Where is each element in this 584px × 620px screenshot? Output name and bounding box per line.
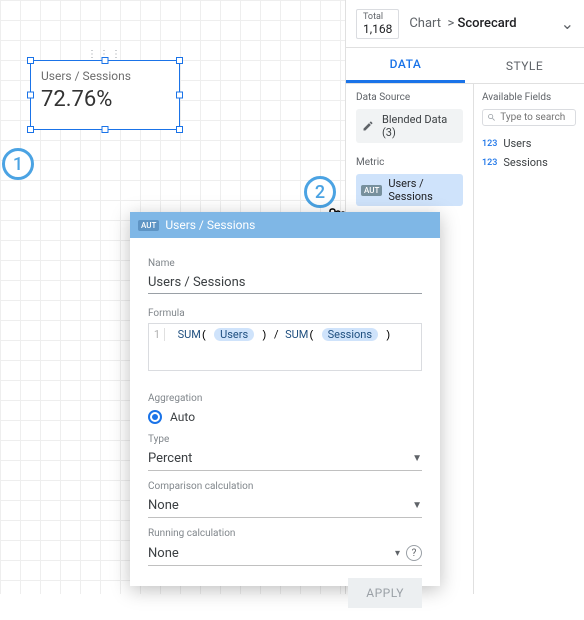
aut-badge: AUT [138, 220, 159, 231]
radio-selected-icon [148, 410, 162, 424]
type-dropdown[interactable]: Percent ▼ [148, 447, 422, 471]
label-aggregation: Aggregation [148, 393, 422, 404]
pencil-icon [362, 120, 374, 132]
formula-fn: SUM [285, 328, 308, 341]
resize-handle[interactable] [27, 126, 34, 133]
aut-badge: AUT [361, 185, 382, 196]
editor-header[interactable]: AUT Users / Sessions [130, 212, 440, 238]
breadcrumb[interactable]: Chart > Scorecard [409, 16, 550, 31]
apply-button[interactable]: APPLY [348, 578, 422, 608]
field-label: Sessions [503, 156, 547, 169]
resize-handle[interactable] [176, 126, 183, 133]
editor-header-title: Users / Sessions [165, 218, 255, 232]
numeric-badge-icon: 123 [482, 139, 497, 149]
formula-op: / [274, 328, 279, 341]
formula-fn: SUM [178, 328, 201, 341]
tab-style[interactable]: STYLE [465, 48, 584, 83]
numeric-badge-icon: 123 [482, 158, 497, 168]
field-search[interactable] [482, 109, 576, 126]
data-source-selector[interactable]: Blended Data (3) [356, 109, 463, 143]
calculated-field-editor: AUT Users / Sessions Name Formula 1 SUM(… [130, 212, 440, 586]
running-value: None [148, 546, 179, 561]
type-value: Percent [148, 451, 192, 466]
label-formula: Formula [148, 308, 422, 319]
scorecard-chart[interactable]: ⋮⋮⋮ Users / Sessions 72.76% [30, 60, 180, 130]
resize-handle[interactable] [102, 57, 109, 64]
available-fields-column: Available Fields 123 Users 123 Sessions [474, 84, 584, 594]
section-label-datasource: Data Source [356, 92, 463, 103]
label-running: Running calculation [148, 528, 422, 539]
label-type: Type [148, 434, 422, 445]
total-records: Total 1,168 [356, 9, 399, 39]
callout-2: 2 [304, 176, 336, 208]
field-label: Users [503, 137, 531, 150]
scorecard-title: Users / Sessions [41, 69, 169, 83]
formula-arg: Users [214, 328, 254, 341]
total-label: Total [363, 12, 392, 22]
breadcrumb-leaf: Scorecard [458, 16, 517, 31]
data-source-name: Blended Data (3) [382, 113, 457, 139]
resize-handle[interactable] [102, 126, 109, 133]
label-name: Name [148, 258, 422, 269]
available-field[interactable]: 123 Users [482, 134, 576, 153]
name-input[interactable] [148, 272, 422, 294]
caret-down-icon: ▼ [412, 500, 422, 511]
scorecard-value: 72.76% [41, 87, 169, 112]
caret-down-icon: ▾ [395, 548, 400, 559]
formula-arg: Sessions [322, 328, 378, 341]
panel-header: Total 1,168 Chart > Scorecard ⌄ [346, 0, 584, 48]
formula-editor[interactable]: 1 SUM( Users ) / SUM( Sessions ) [148, 323, 422, 371]
tab-data[interactable]: DATA [346, 48, 465, 83]
callout-1: 1 [2, 148, 34, 180]
resize-handle[interactable] [27, 57, 34, 64]
help-icon[interactable]: ? [406, 545, 422, 561]
caret-down-icon: ▼ [412, 453, 422, 464]
comparison-value: None [148, 498, 179, 513]
section-label-available: Available Fields [482, 92, 576, 103]
resize-handle[interactable] [176, 57, 183, 64]
section-label-metric: Metric [356, 157, 463, 168]
available-field[interactable]: 123 Sessions [482, 153, 576, 172]
resize-handle[interactable] [27, 92, 34, 99]
breadcrumb-root: Chart [409, 16, 441, 31]
running-dropdown[interactable]: None ▾ ? [148, 541, 422, 566]
metric-field[interactable]: AUT Users / Sessions [356, 174, 463, 206]
aggregation-value: Auto [170, 410, 195, 424]
aggregation-radio-auto[interactable]: Auto [148, 410, 422, 424]
comparison-dropdown[interactable]: None ▼ [148, 494, 422, 518]
panel-tabs: DATA STYLE [346, 48, 584, 84]
search-icon [487, 112, 496, 123]
label-comparison: Comparison calculation [148, 481, 422, 492]
total-value: 1,168 [363, 22, 392, 36]
metric-name: Users / Sessions [388, 177, 458, 203]
resize-handle[interactable] [176, 92, 183, 99]
field-search-input[interactable] [500, 112, 571, 123]
chevron-down-icon[interactable]: ⌄ [561, 14, 574, 33]
line-number: 1 [153, 328, 165, 341]
